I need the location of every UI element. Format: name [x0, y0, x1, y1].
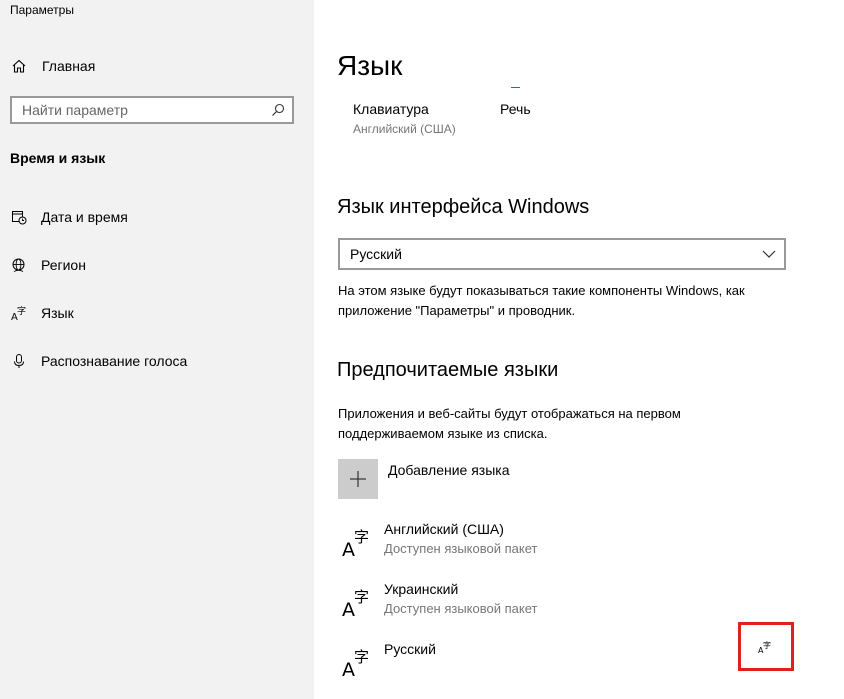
sidebar-item-date-time[interactable]: Дата и время: [10, 205, 128, 229]
sidebar-item-label: Язык: [41, 305, 74, 321]
sidebar: Параметры Главная Время и язык Дата и вр…: [0, 0, 314, 699]
preferred-languages-heading: Предпочитаемые языки: [337, 359, 559, 381]
section-title: Время и язык: [10, 150, 106, 166]
display-language-heading: Язык интерфейса Windows: [337, 196, 590, 218]
chevron-down-icon: [754, 240, 784, 268]
home-icon: [10, 57, 28, 75]
accent-dash: [511, 87, 520, 88]
nav-home[interactable]: Главная: [10, 55, 95, 77]
language-item-ukrainian[interactable]: A字 Украинский Доступен языковой пакет: [341, 581, 538, 621]
language-icon: A字: [341, 525, 375, 561]
language-item-russian[interactable]: A字 Русский: [341, 641, 436, 681]
app-title: Параметры: [10, 3, 74, 17]
sidebar-item-label: Регион: [41, 257, 86, 273]
globe-icon: [10, 256, 28, 274]
preferred-languages-description: Приложения и веб-сайты будут отображатьс…: [338, 406, 681, 441]
display-language-description: На этом языке будут показываться такие к…: [338, 283, 745, 318]
add-language-button[interactable]: Добавление языка: [338, 459, 510, 499]
sidebar-item-language[interactable]: A字 Язык: [10, 301, 74, 325]
dropdown-value: Русский: [350, 246, 402, 262]
search-box[interactable]: [10, 96, 294, 124]
keyboard-link-subtitle: Английский (США): [353, 122, 456, 136]
svg-text:字: 字: [354, 648, 369, 666]
language-status: Доступен языковой пакет: [384, 541, 538, 556]
sidebar-item-label: Дата и время: [41, 209, 128, 225]
language-item-english[interactable]: A字 Английский (США) Доступен языковой па…: [341, 521, 538, 561]
add-language-label: Добавление языка: [388, 462, 510, 478]
language-name: Украинский: [384, 581, 459, 597]
keyboard-link-title: Клавиатура: [353, 101, 429, 117]
svg-text:字: 字: [17, 305, 26, 317]
speech-link[interactable]: Речь: [500, 101, 531, 117]
language-icon: A字: [10, 304, 28, 322]
keyboard-link[interactable]: Клавиатура Английский (США): [353, 101, 456, 136]
calendar-clock-icon: [10, 208, 28, 226]
microphone-icon: [10, 352, 28, 370]
display-language-badge-icon[interactable]: A字: [738, 622, 794, 671]
plus-icon: [338, 459, 378, 499]
main-content: Язык Клавиатура Английский (США) Речь Яз…: [314, 0, 844, 699]
svg-text:字: 字: [763, 640, 771, 650]
nav-home-label: Главная: [42, 58, 96, 74]
search-input[interactable]: [12, 98, 266, 122]
language-name: Английский (США): [384, 521, 504, 537]
sidebar-item-region[interactable]: Регион: [10, 253, 86, 277]
svg-text:字: 字: [354, 588, 369, 606]
language-icon: A字: [341, 585, 375, 621]
speech-link-title: Речь: [500, 101, 531, 117]
language-name: Русский: [384, 641, 436, 657]
display-language-dropdown[interactable]: Русский: [338, 238, 786, 270]
language-icon: A字: [341, 645, 375, 681]
sidebar-item-speech[interactable]: Распознавание голоса: [10, 349, 187, 373]
page-title: Язык: [337, 50, 403, 81]
sidebar-item-label: Распознавание голоса: [41, 353, 188, 369]
svg-text:字: 字: [354, 528, 369, 546]
language-status: Доступен языковой пакет: [384, 601, 538, 616]
search-icon[interactable]: [266, 98, 290, 122]
